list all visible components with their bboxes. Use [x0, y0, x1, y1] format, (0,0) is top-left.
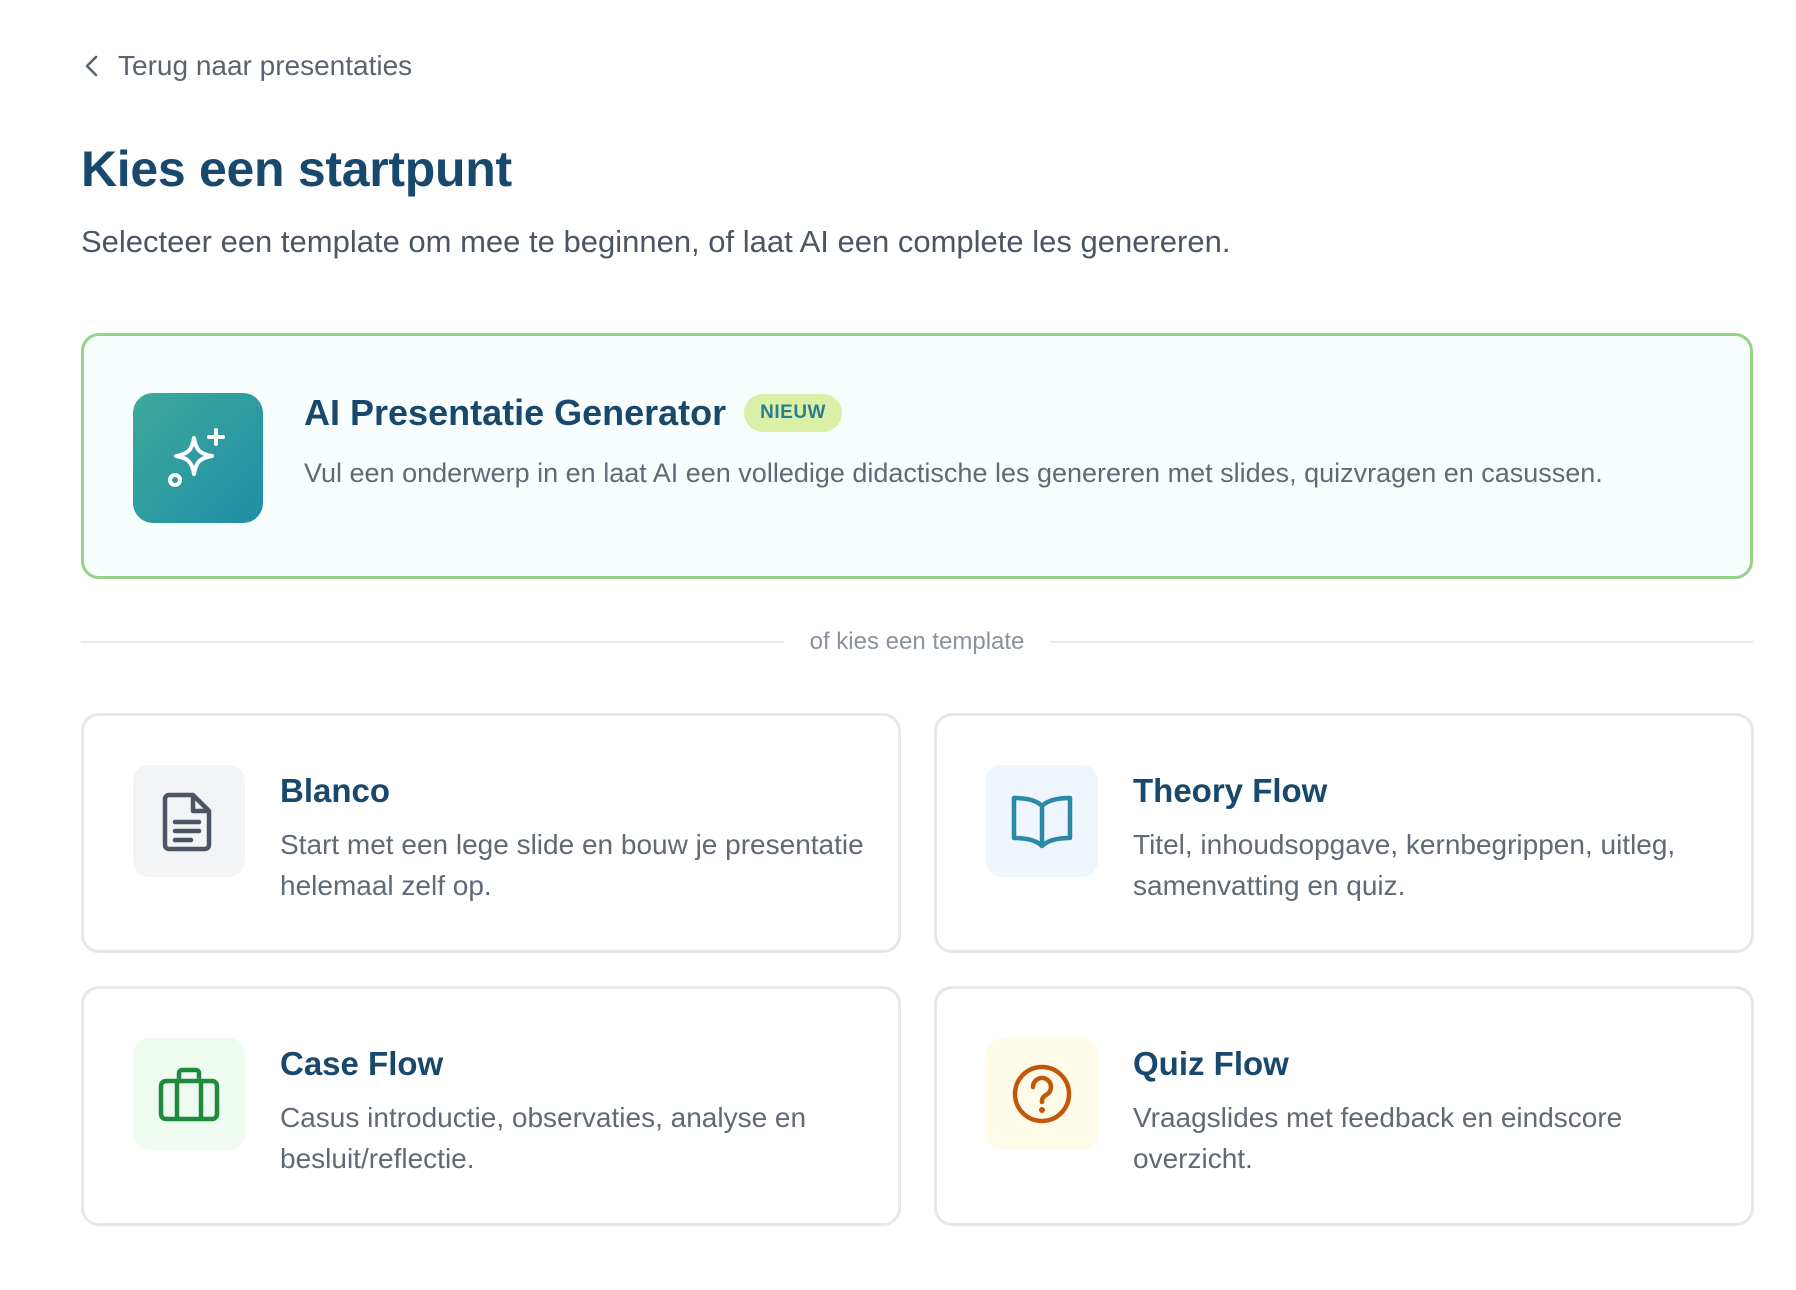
- divider-label: of kies een template: [809, 628, 1025, 655]
- template-title: Theory Flow: [1133, 772, 1328, 809]
- template-description: Start met een lege slide en bouw je pres…: [280, 829, 864, 901]
- template-picker-page: Terug naar presentaties Kies een startpu…: [0, 0, 1796, 1290]
- template-card-blanco[interactable]: Blanco Start met een lege slide en bouw …: [81, 713, 901, 953]
- document-icon: [133, 765, 245, 877]
- template-title: Case Flow: [280, 1045, 444, 1082]
- template-title: Blanco: [280, 772, 391, 809]
- sparkles-icon: [133, 393, 263, 523]
- ai-generator-card[interactable]: AI Presentatie Generator NIEUW Vul een o…: [81, 333, 1753, 579]
- template-description: Titel, inhoudsopgave, kernbegrippen, uit…: [1133, 829, 1676, 901]
- chevron-left-icon: [84, 55, 100, 77]
- briefcase-icon: [133, 1038, 245, 1150]
- ai-generator-title: AI Presentatie Generator: [304, 392, 727, 433]
- template-card-theory-flow[interactable]: Theory Flow Titel, inhoudsopgave, kernbe…: [934, 713, 1754, 953]
- book-open-icon: [986, 765, 1098, 877]
- page-title: Kies een startpunt: [81, 141, 512, 197]
- template-title: Quiz Flow: [1133, 1045, 1289, 1082]
- back-to-presentations-link[interactable]: Terug naar presentaties: [84, 50, 412, 82]
- question-circle-icon: [986, 1038, 1098, 1150]
- page-subtitle: Selecteer een template om mee te beginne…: [81, 224, 1231, 259]
- back-link-label: Terug naar presentaties: [118, 50, 413, 81]
- template-description: Casus introductie, observaties, analyse …: [280, 1102, 807, 1174]
- template-card-quiz-flow[interactable]: Quiz Flow Vraagslides met feedback en ei…: [934, 986, 1754, 1226]
- ai-generator-description: Vul een onderwerp in en laat AI een voll…: [304, 458, 1603, 488]
- divider-line-left: [81, 641, 784, 643]
- template-divider: of kies een template: [81, 628, 1754, 656]
- template-card-case-flow[interactable]: Case Flow Casus introductie, observaties…: [81, 986, 901, 1226]
- template-description: Vraagslides met feedback en eindscore ov…: [1133, 1102, 1623, 1174]
- new-badge: NIEUW: [744, 394, 842, 432]
- divider-line-right: [1050, 641, 1754, 643]
